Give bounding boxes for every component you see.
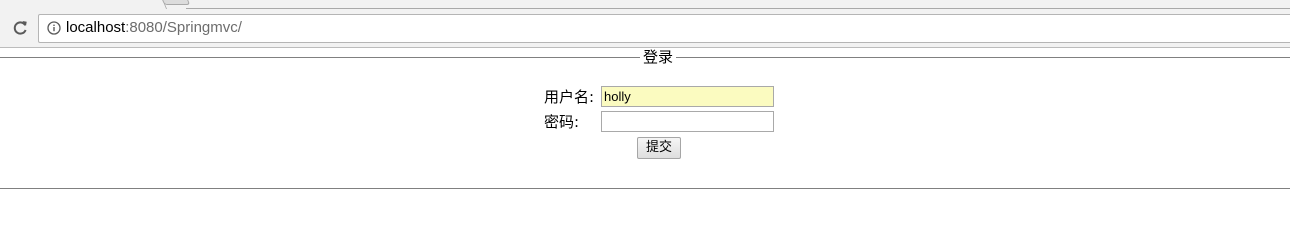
reload-icon xyxy=(13,21,27,35)
submit-button[interactable]: 提交 xyxy=(637,137,681,159)
address-bar[interactable]: localhost:8080/Springmvc/ xyxy=(38,14,1290,43)
info-icon[interactable] xyxy=(47,21,61,35)
username-label: 用户名: xyxy=(544,88,595,106)
url-path: :8080/Springmvc/ xyxy=(125,19,242,36)
login-fieldset: 登录 用户名: holly 密码: 提交 xyxy=(0,48,1290,189)
tab-strip xyxy=(0,0,1290,9)
password-input[interactable] xyxy=(601,111,774,132)
login-legend: 登录 xyxy=(640,48,677,66)
url-host: localhost xyxy=(66,19,126,36)
reload-button[interactable] xyxy=(9,17,31,39)
address-url[interactable]: localhost:8080/Springmvc/ xyxy=(66,19,242,37)
browser-toolbar: localhost:8080/Springmvc/ xyxy=(0,9,1290,48)
username-input[interactable]: holly xyxy=(601,86,774,107)
new-tab-button[interactable] xyxy=(159,0,191,5)
password-label: 密码: xyxy=(544,113,580,131)
browser-tab[interactable] xyxy=(0,0,168,9)
